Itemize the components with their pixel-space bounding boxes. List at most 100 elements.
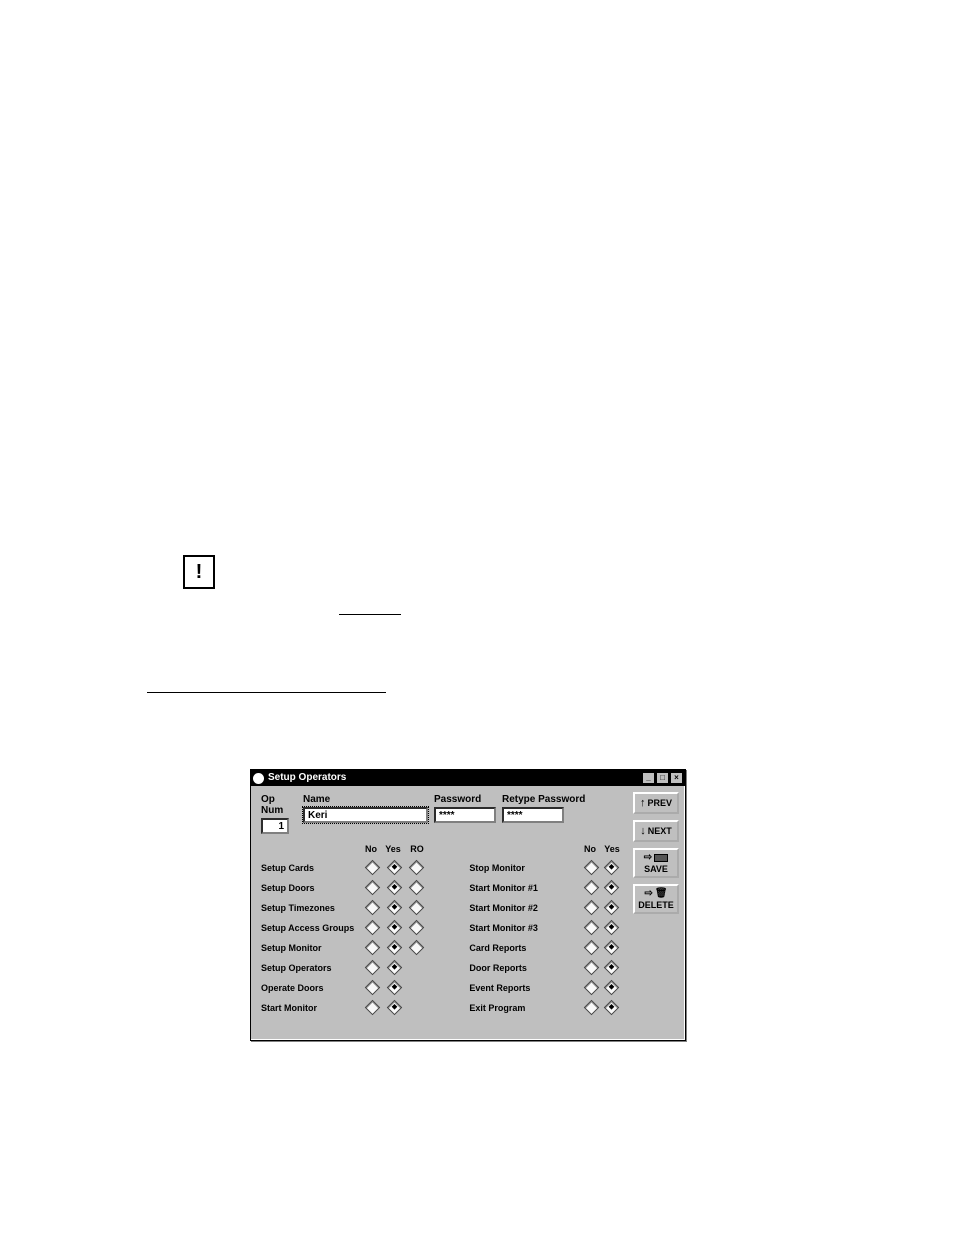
radio-no[interactable]: [581, 902, 601, 915]
retype-password-input[interactable]: ****: [502, 807, 564, 823]
radio-yes[interactable]: [601, 982, 621, 995]
radio-yes[interactable]: [601, 862, 621, 875]
permission-label: Setup Doors: [261, 883, 361, 893]
radio-yes[interactable]: [383, 962, 405, 975]
radio-selected-icon: [386, 859, 402, 875]
radio-no[interactable]: [361, 862, 383, 875]
radio-ro[interactable]: [405, 942, 427, 955]
radio-yes[interactable]: [601, 902, 621, 915]
radio-yes[interactable]: [601, 962, 621, 975]
radio-selected-icon: [386, 979, 402, 995]
password-label: Password: [434, 794, 496, 805]
permission-row: Start Monitor #1: [459, 878, 623, 898]
radio-unselected-icon: [584, 939, 600, 955]
radio-yes[interactable]: [383, 942, 405, 955]
radio-no[interactable]: [581, 982, 601, 995]
radio-no[interactable]: [581, 1002, 601, 1015]
permission-row: Start Monitor #3: [459, 918, 623, 938]
radio-unselected-icon: [364, 879, 380, 895]
radio-unselected-icon: [408, 879, 424, 895]
radio-no[interactable]: [361, 882, 383, 895]
radio-unselected-icon: [408, 899, 424, 915]
radio-ro[interactable]: [405, 902, 427, 915]
radio-yes[interactable]: [383, 982, 405, 995]
permission-row: Door Reports: [459, 958, 623, 978]
important-icon: !: [183, 555, 215, 589]
radio-unselected-icon: [364, 939, 380, 955]
radio-selected-icon: [386, 879, 402, 895]
permission-label: Start Monitor #2: [459, 903, 581, 913]
permission-label: Door Reports: [459, 963, 581, 973]
permission-label: Start Monitor: [261, 1003, 361, 1013]
radio-no[interactable]: [581, 962, 601, 975]
down-arrow-icon: ↓: [640, 825, 646, 837]
radio-no[interactable]: [361, 942, 383, 955]
radio-selected-icon: [386, 999, 402, 1015]
underline-long: [147, 692, 386, 693]
permission-row: Card Reports: [459, 938, 623, 958]
radio-yes[interactable]: [601, 1002, 621, 1015]
permission-row: Setup Monitor: [261, 938, 459, 958]
permission-label: Stop Monitor: [459, 863, 581, 873]
radio-no[interactable]: [361, 922, 383, 935]
header-no-right: No: [579, 844, 601, 854]
radio-yes[interactable]: [601, 882, 621, 895]
name-label: Name: [303, 794, 428, 805]
permission-label: Setup Access Groups: [261, 923, 361, 933]
prev-button[interactable]: ↑ PREV: [633, 792, 679, 814]
radio-unselected-icon: [584, 899, 600, 915]
permission-row: Setup Access Groups: [261, 918, 459, 938]
delete-button-label: DELETE: [638, 900, 674, 910]
radio-ro[interactable]: [405, 862, 427, 875]
permission-label: Card Reports: [459, 943, 581, 953]
permission-row: Setup Timezones: [261, 898, 459, 918]
next-button[interactable]: ↓ NEXT: [633, 820, 679, 842]
radio-no[interactable]: [361, 982, 383, 995]
radio-no[interactable]: [581, 882, 601, 895]
delete-button[interactable]: ⇨🗑 DELETE: [633, 884, 679, 914]
password-input[interactable]: ****: [434, 807, 496, 823]
name-input[interactable]: Keri: [303, 807, 428, 823]
prev-button-label: PREV: [647, 798, 672, 808]
app-icon: [253, 773, 264, 784]
radio-selected-icon: [604, 899, 620, 915]
radio-selected-icon: [604, 959, 620, 975]
radio-no[interactable]: [361, 902, 383, 915]
radio-unselected-icon: [408, 939, 424, 955]
radio-yes[interactable]: [383, 902, 405, 915]
radio-yes[interactable]: [383, 922, 405, 935]
opnum-label: Op Num: [261, 794, 297, 816]
permission-label: Setup Timezones: [261, 903, 361, 913]
radio-ro[interactable]: [405, 922, 427, 935]
radio-unselected-icon: [408, 859, 424, 875]
radio-no[interactable]: [581, 942, 601, 955]
radio-selected-icon: [604, 879, 620, 895]
radio-yes[interactable]: [383, 882, 405, 895]
radio-ro[interactable]: [405, 882, 427, 895]
radio-yes[interactable]: [383, 1002, 405, 1015]
radio-no[interactable]: [581, 862, 601, 875]
maximize-button[interactable]: □: [656, 772, 669, 784]
radio-no[interactable]: [361, 1002, 383, 1015]
radio-yes[interactable]: [601, 942, 621, 955]
radio-no[interactable]: [361, 962, 383, 975]
radio-yes[interactable]: [383, 862, 405, 875]
next-button-label: NEXT: [648, 826, 672, 836]
save-button-label: SAVE: [644, 864, 668, 874]
permission-label: Setup Monitor: [261, 943, 361, 953]
header-no-left: No: [361, 844, 381, 854]
close-button[interactable]: ×: [670, 772, 683, 784]
radio-yes[interactable]: [601, 922, 621, 935]
permission-row: Setup Doors: [261, 878, 459, 898]
radio-unselected-icon: [584, 859, 600, 875]
radio-no[interactable]: [581, 922, 601, 935]
opnum-input[interactable]: 1: [261, 818, 289, 834]
radio-selected-icon: [604, 999, 620, 1015]
permission-label: Exit Program: [459, 1003, 581, 1013]
radio-unselected-icon: [584, 979, 600, 995]
radio-unselected-icon: [584, 959, 600, 975]
permission-row: Event Reports: [459, 978, 623, 998]
minimize-button[interactable]: _: [642, 772, 655, 784]
save-button[interactable]: ⇨ SAVE: [633, 848, 679, 878]
radio-unselected-icon: [364, 959, 380, 975]
